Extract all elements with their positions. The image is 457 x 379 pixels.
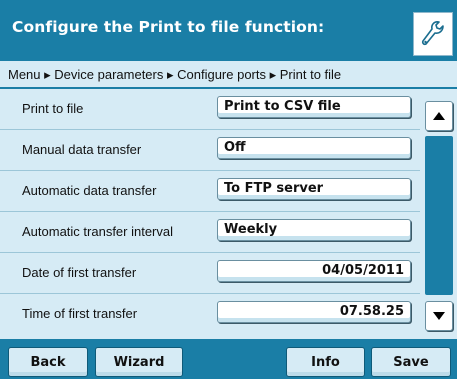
- manual-data-transfer-field[interactable]: Off: [217, 137, 411, 159]
- print-to-file-screen: Configure the Print to file function: Me…: [0, 0, 457, 379]
- triangle-down-icon: [433, 312, 445, 320]
- settings-list: Print to file Print to CSV file Manual d…: [0, 89, 420, 339]
- setting-row-print-to-file: Print to file Print to CSV file: [0, 89, 420, 130]
- scroll-up-button[interactable]: [425, 101, 453, 131]
- setting-row-automatic-transfer-interval: Automatic transfer interval Weekly: [0, 212, 420, 253]
- date-of-first-transfer-field[interactable]: 04/05/2011: [217, 260, 411, 282]
- scrollbar: [420, 89, 457, 339]
- back-button[interactable]: Back: [8, 347, 88, 377]
- setting-label: Automatic transfer interval: [22, 224, 174, 239]
- setting-label: Print to file: [22, 101, 84, 116]
- setting-row-automatic-data-transfer: Automatic data transfer To FTP server: [0, 171, 420, 212]
- triangle-up-icon: [433, 112, 445, 120]
- scrollbar-track[interactable]: [425, 136, 453, 295]
- save-button[interactable]: Save: [371, 347, 451, 377]
- setting-label: Manual data transfer: [22, 142, 142, 157]
- wizard-button[interactable]: Wizard: [95, 347, 183, 377]
- page-title: Configure the Print to file function:: [12, 18, 325, 36]
- setting-row-date-of-first-transfer: Date of first transfer 04/05/2011: [0, 253, 420, 294]
- setting-label: Time of first transfer: [22, 306, 138, 321]
- bottom-toolbar: Back Wizard Info Save: [0, 339, 457, 379]
- automatic-transfer-interval-field[interactable]: Weekly: [217, 219, 411, 241]
- setting-label: Date of first transfer: [22, 265, 137, 280]
- automatic-data-transfer-field[interactable]: To FTP server: [217, 178, 411, 200]
- setting-row-manual-data-transfer: Manual data transfer Off: [0, 130, 420, 171]
- print-to-file-field[interactable]: Print to CSV file: [217, 96, 411, 118]
- setting-label: Automatic data transfer: [22, 183, 157, 198]
- header-bar: Configure the Print to file function:: [0, 0, 457, 61]
- info-button[interactable]: Info: [286, 347, 365, 377]
- time-of-first-transfer-field[interactable]: 07.58.25: [217, 301, 411, 323]
- breadcrumb: Menu ▸ Device parameters ▸ Configure por…: [8, 67, 342, 82]
- scroll-down-button[interactable]: [425, 301, 453, 331]
- breadcrumb-bar: Menu ▸ Device parameters ▸ Configure por…: [0, 61, 457, 89]
- setting-row-time-of-first-transfer: Time of first transfer 07.58.25: [0, 294, 420, 335]
- wrench-icon: [421, 21, 444, 46]
- settings-button[interactable]: [413, 12, 453, 56]
